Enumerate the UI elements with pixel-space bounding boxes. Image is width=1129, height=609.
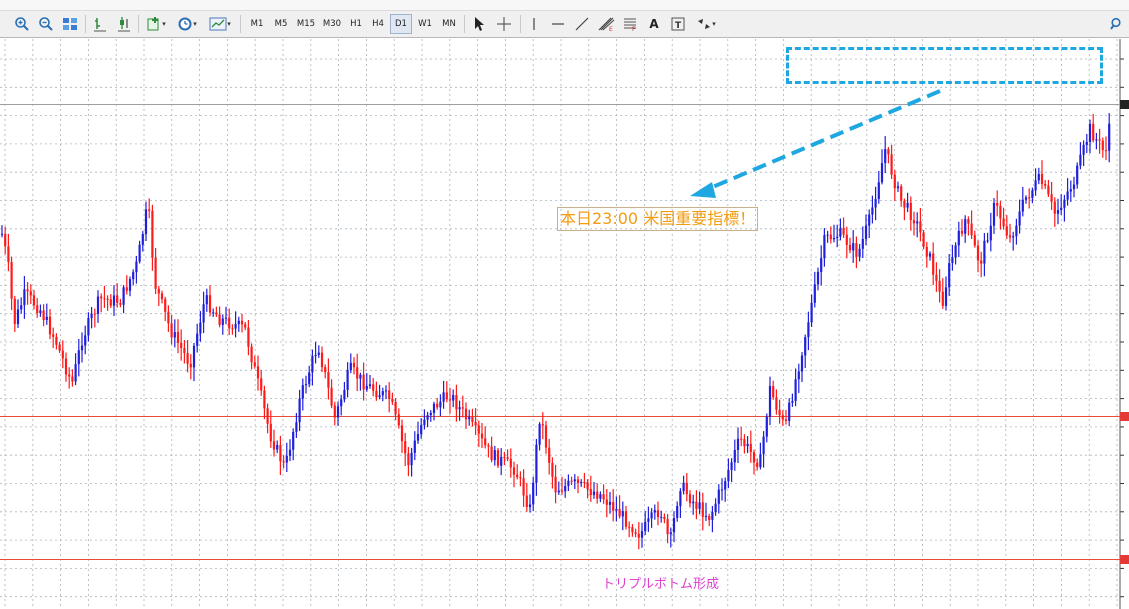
price-chart[interactable]: 本日23:00 米国重要指標！ トリプルボトム形成 [0,39,1129,609]
text-icon[interactable]: A [644,14,664,34]
triple-bottom-label[interactable]: トリプルボトム形成 [602,573,719,592]
timeframe-h4[interactable]: H4 [367,14,389,34]
timeframe-m30[interactable]: M30 [319,14,345,34]
template-icon[interactable]: ▾ [206,14,234,34]
search-icon[interactable] [1107,14,1127,34]
timeframe-mn[interactable]: MN [437,14,461,34]
candlestick-icon[interactable] [114,14,134,34]
svg-text:T: T [675,21,682,31]
cursor-icon[interactable] [469,14,489,34]
annotation-arrow[interactable] [0,39,1129,609]
zoom-in-icon[interactable] [12,14,32,34]
period-clock-icon[interactable]: ▾ [174,14,200,34]
bar-chart-icon[interactable] [90,14,110,34]
channel-icon[interactable]: F [620,14,640,34]
trendline-icon[interactable] [572,14,592,34]
arrows-icon[interactable]: ▾ [692,14,720,34]
svg-text:F: F [632,26,636,32]
annotation-text-label[interactable]: 本日23:00 米国重要指標！ [557,207,759,231]
timeframe-m15[interactable]: M15 [293,14,319,34]
horizontal-line-icon[interactable] [548,14,568,34]
timeframe-h1[interactable]: H1 [345,14,367,34]
menu-strip [0,0,1129,11]
timeframe-d1[interactable]: D1 [390,14,412,34]
svg-text:E: E [609,26,613,32]
crosshair-icon[interactable] [494,14,514,34]
toolbar: ▾ ▾ ▾ M1 M5 M15 M30 H1 H4 D1 W1 MN E F A… [0,0,1129,38]
text-label-icon[interactable]: T [668,14,688,34]
zoom-out-icon[interactable] [36,14,56,34]
tile-windows-icon[interactable] [60,14,80,34]
timeframe-m1[interactable]: M1 [245,14,269,34]
timeframe-m5[interactable]: M5 [269,14,293,34]
vertical-line-icon[interactable] [524,14,544,34]
add-indicator-icon[interactable]: ▾ [143,14,169,34]
fibonacci-icon[interactable]: E [596,14,616,34]
timeframe-w1[interactable]: W1 [414,14,436,34]
